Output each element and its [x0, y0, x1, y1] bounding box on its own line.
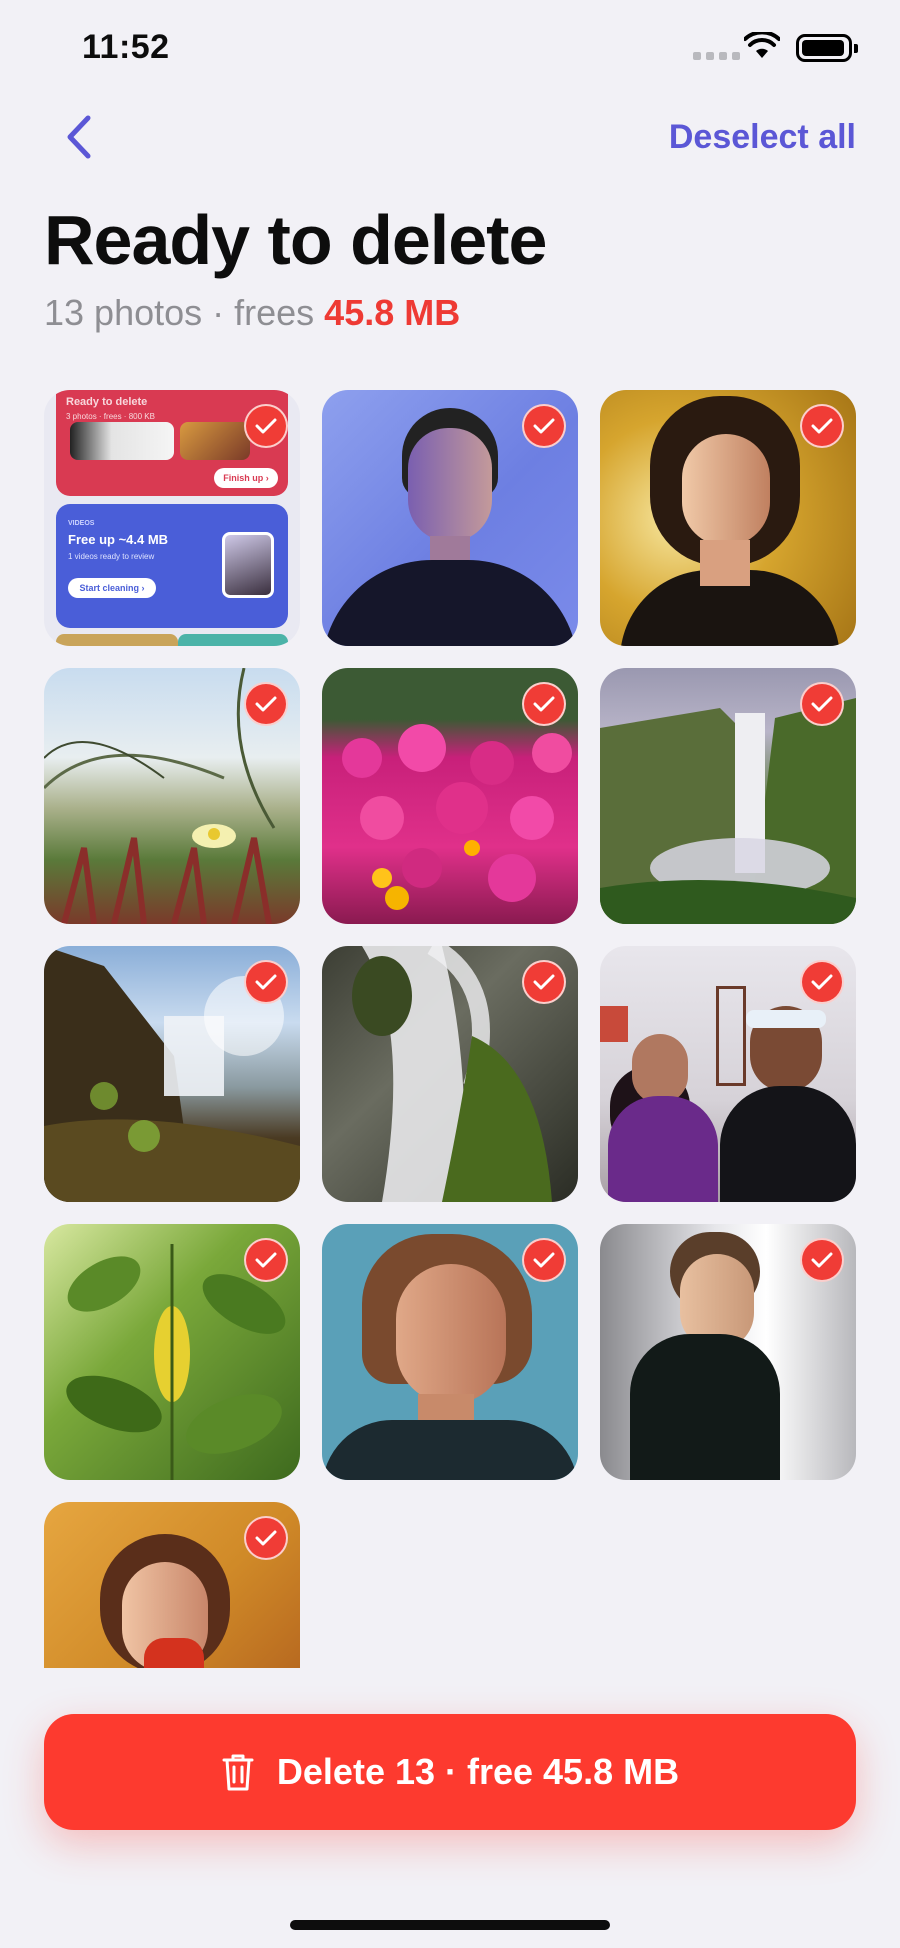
home-indicator — [290, 1920, 610, 1930]
photo-tile[interactable] — [44, 946, 300, 1202]
photo-tile[interactable] — [600, 946, 856, 1202]
selected-check-icon — [244, 960, 288, 1004]
selected-check-icon — [244, 1238, 288, 1282]
selected-check-icon — [244, 1516, 288, 1560]
page-title: Ready to delete — [44, 201, 547, 279]
selected-check-icon — [522, 682, 566, 726]
selected-check-icon — [800, 1238, 844, 1282]
battery-icon — [796, 34, 858, 62]
thumb-card-title: Ready to delete — [66, 396, 148, 408]
status-bar: 11:52 — [0, 0, 900, 100]
selected-check-icon — [244, 682, 288, 726]
photo-tile[interactable] — [322, 946, 578, 1202]
photo-tile[interactable] — [322, 668, 578, 924]
selected-check-icon — [522, 404, 566, 448]
wifi-icon — [744, 32, 780, 58]
photo-tile[interactable] — [44, 668, 300, 924]
photo-tile[interactable] — [322, 390, 578, 646]
photo-tile[interactable] — [600, 1224, 856, 1480]
thumb-start-button: Start cleaning › — [68, 578, 156, 598]
photo-tile[interactable] — [44, 1502, 300, 1668]
trash-icon — [222, 1754, 254, 1791]
photo-tile[interactable] — [322, 1224, 578, 1480]
thumb-card-tag: VIDEOS — [68, 520, 95, 527]
selected-check-icon — [522, 960, 566, 1004]
photo-tile[interactable] — [600, 668, 856, 924]
photo-tile[interactable] — [600, 390, 856, 646]
selected-check-icon — [522, 1238, 566, 1282]
thumb-card-subtitle: 3 photos · frees · 800 KB — [66, 412, 155, 421]
free-size-text: 45.8 MB — [324, 292, 461, 333]
back-button[interactable] — [58, 112, 98, 162]
selected-check-icon — [800, 404, 844, 448]
deselect-all-button[interactable]: Deselect all — [669, 118, 856, 157]
selected-check-icon — [244, 404, 288, 448]
status-time: 11:52 — [82, 28, 170, 66]
cellular-signal-icon — [693, 52, 740, 60]
chevron-left-icon — [67, 115, 91, 159]
delete-button-label: Delete 13 · free 45.8 MB — [276, 1751, 680, 1792]
selected-check-icon — [800, 682, 844, 726]
thumb-card2-subtitle: 1 videos ready to review — [68, 552, 155, 561]
page-subtitle: 13 photos · frees 45.8 MB — [44, 292, 460, 334]
thumb-finish-button: Finish up › — [214, 468, 278, 488]
photo-count-text: 13 photos · frees — [44, 292, 325, 333]
delete-button[interactable]: Delete 13 · free 45.8 MB — [44, 1714, 856, 1830]
selected-check-icon — [800, 960, 844, 1004]
photo-tile[interactable]: Ready to delete 3 photos · frees · 800 K… — [44, 390, 300, 646]
photo-tile[interactable] — [44, 1224, 300, 1480]
thumb-card2-title: Free up ~4.4 MB — [68, 532, 169, 547]
